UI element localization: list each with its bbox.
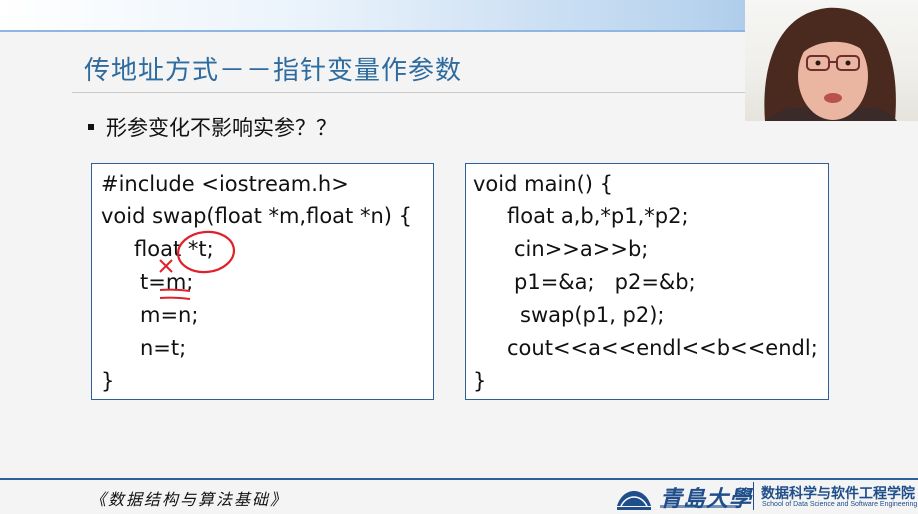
code-line: cout<<a<<endl<<b<<endl; [507,336,818,360]
school-name-cn: 数据科学与软件工程学院 [761,486,915,502]
presenter-video-icon [764,7,897,121]
code-line: cin>>a>>b; [514,237,649,261]
course-title: 《数据结构与算法基础》 [90,490,289,509]
circle-mark-icon [176,230,236,274]
code-line: float a,b,*p1,*p2; [507,204,689,228]
university-logo-underline [660,505,740,508]
logo-divider [753,482,754,510]
underline-mark [159,288,191,292]
university-emblem-icon [617,491,651,510]
code-line: } [473,369,487,393]
university-logo-text: 青島大學 [660,486,753,512]
code-line: void main() { [473,172,614,196]
code-line: p1=&a; p2=&b; [514,270,696,294]
code-line: swap(p1, p2); [520,303,665,327]
code-box-main: void main() { float a,b,*p1,*p2; cin>>a>… [465,163,829,400]
presenter-video [745,0,918,121]
school-name-en: School of Data Science and Software Engi… [762,501,918,508]
cross-mark-icon [159,259,173,273]
underline-mark [159,296,191,300]
